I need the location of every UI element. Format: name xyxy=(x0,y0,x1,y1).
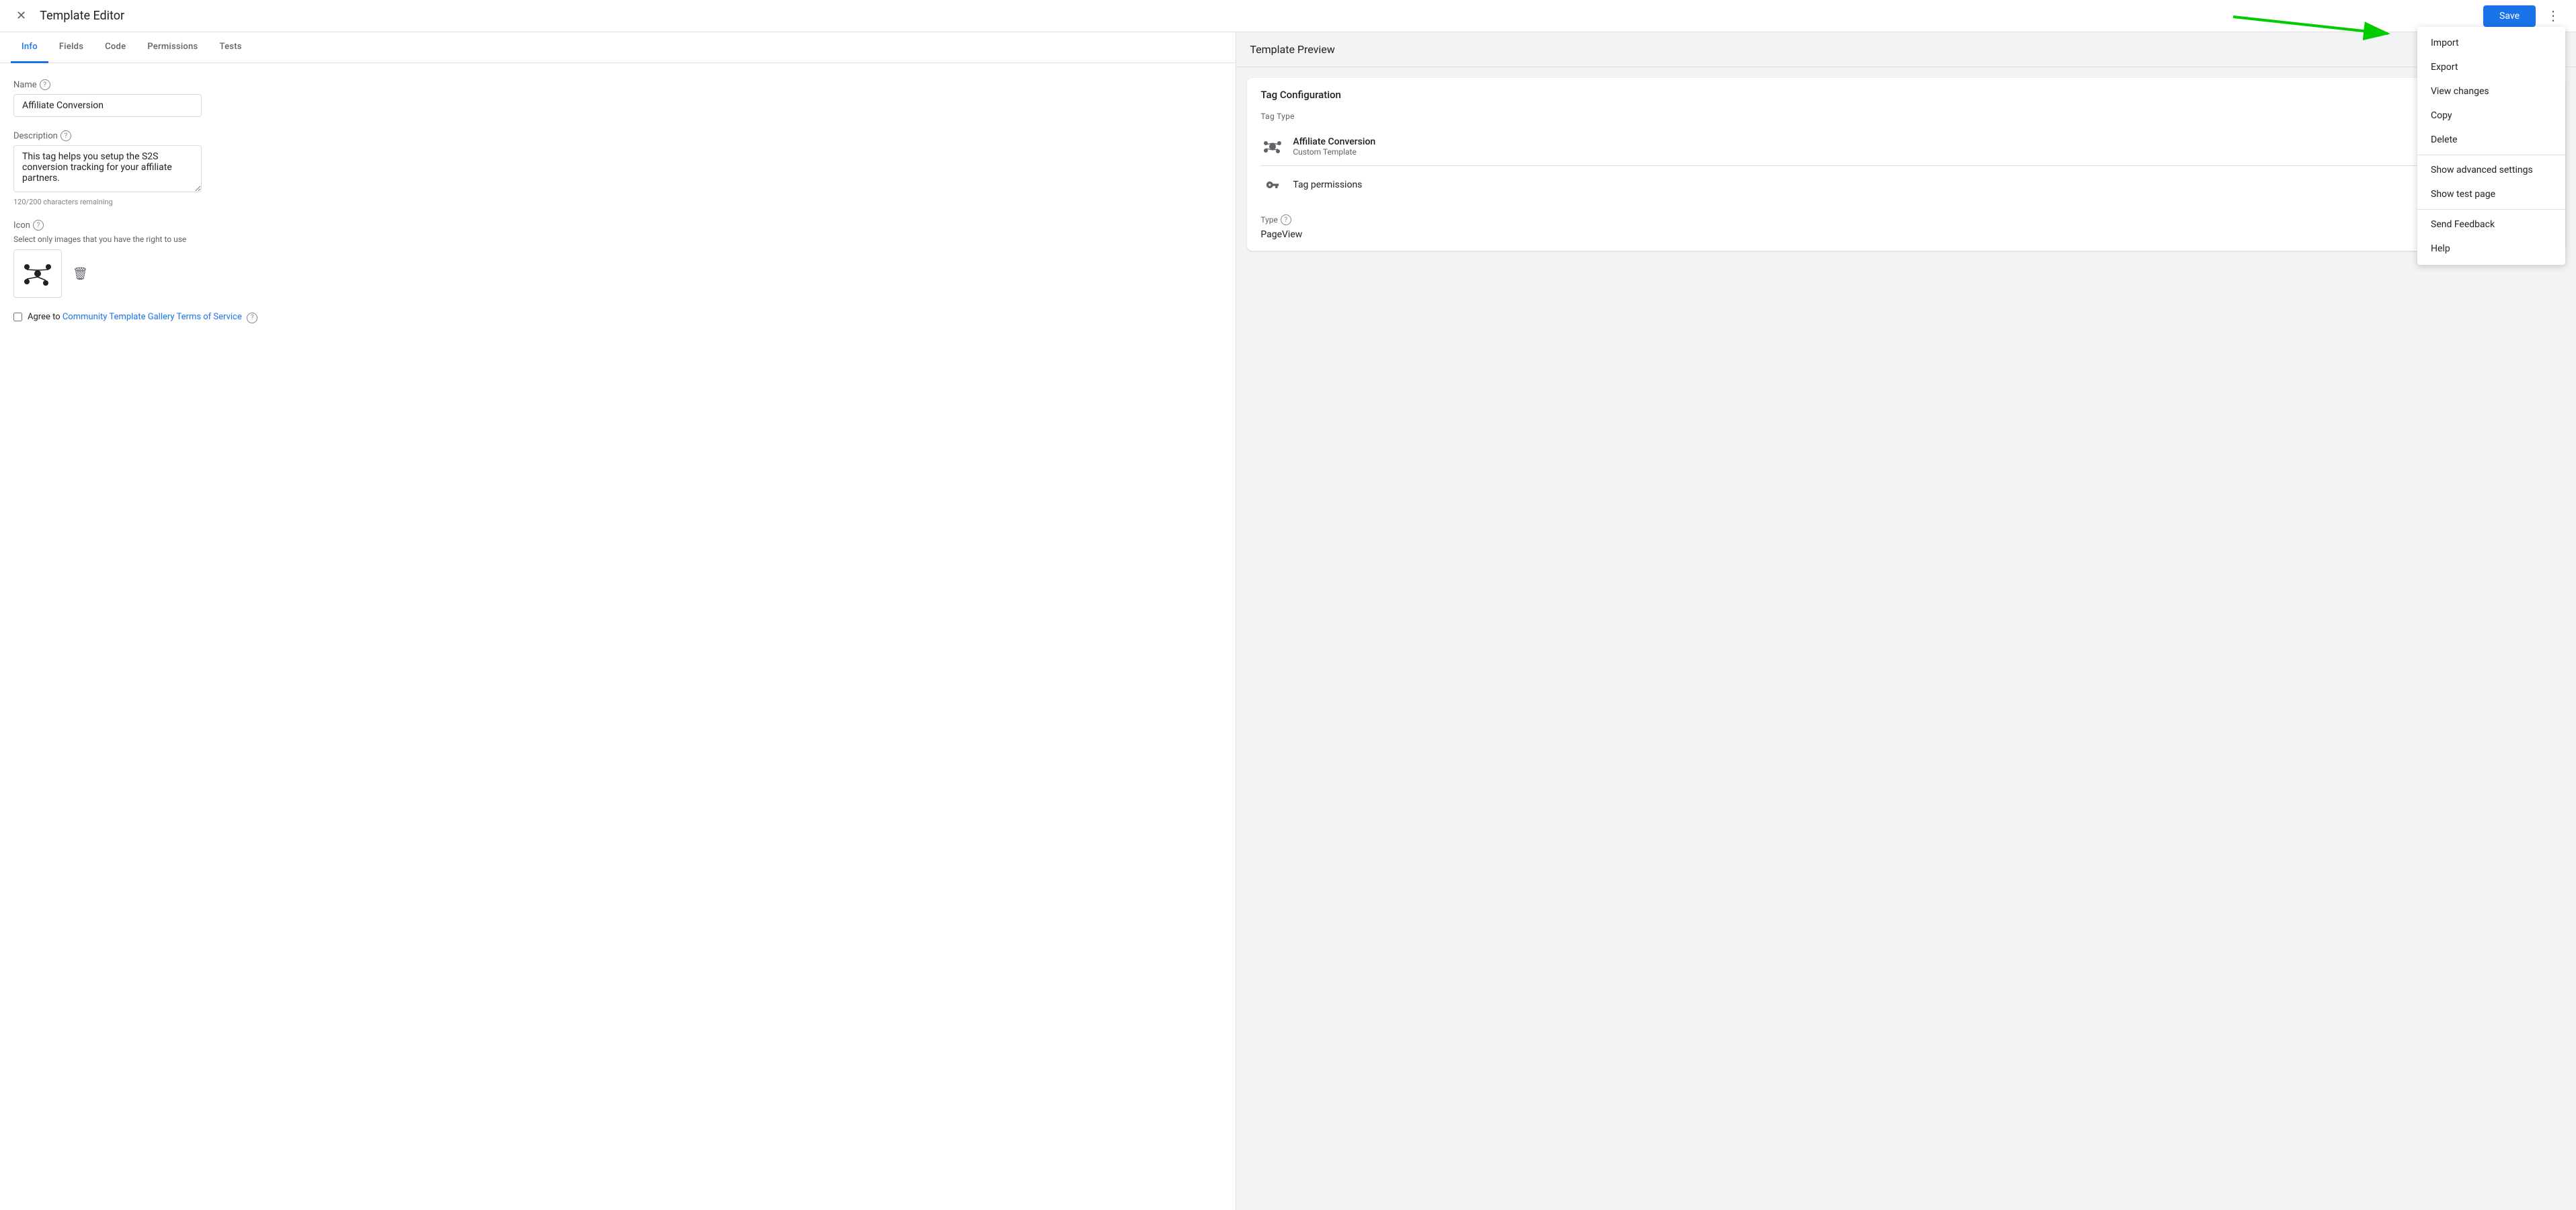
page-title: Template Editor xyxy=(40,9,124,23)
icon-label: Icon ? xyxy=(13,220,1222,231)
tag-config-title: Tag Configuration xyxy=(1260,89,2552,101)
tag-name: Affiliate Conversion xyxy=(1293,136,1375,147)
template-preview-header: Template Preview xyxy=(1236,32,2576,67)
name-label: Name ? xyxy=(13,79,1222,90)
tag-type-label: Tag Type xyxy=(1260,112,2552,121)
icon-help-icon[interactable]: ? xyxy=(33,220,44,231)
tab-fields[interactable]: Fields xyxy=(48,32,94,63)
menu-item-copy[interactable]: Copy xyxy=(2417,104,2565,128)
type-help-icon[interactable]: ? xyxy=(1281,214,1291,225)
tab-code[interactable]: Code xyxy=(94,32,136,63)
name-input[interactable] xyxy=(13,94,202,117)
dropdown-menu: Import Export View changes Copy Delete S… xyxy=(2417,27,2565,265)
description-input[interactable]: This tag helps you setup the S2S convers… xyxy=(13,145,202,192)
menu-item-help[interactable]: Help xyxy=(2417,237,2565,261)
tag-config-card: Tag Configuration Tag Type xyxy=(1247,78,2565,251)
menu-item-test-page[interactable]: Show test page xyxy=(2417,182,2565,206)
name-field-group: Name ? xyxy=(13,79,1222,117)
tab-info[interactable]: Info xyxy=(11,32,48,63)
right-panel: Template Preview Tag Configuration Tag T… xyxy=(1236,32,2576,1210)
top-bar: ✕ Template Editor Save ⋮ xyxy=(0,0,2576,32)
key-icon-container xyxy=(1260,173,1285,197)
tag-sub: Custom Template xyxy=(1293,147,1375,157)
icon-preview[interactable] xyxy=(13,249,62,298)
tabs-bar: Info Fields Code Permissions Tests xyxy=(0,32,1236,63)
icon-note: Select only images that you have the rig… xyxy=(13,235,1222,244)
terms-label[interactable]: Agree to Community Template Gallery Term… xyxy=(28,311,257,323)
tab-permissions[interactable]: Permissions xyxy=(136,32,208,63)
icon-delete-button[interactable]: 🗑 xyxy=(70,264,91,284)
info-content: Name ? Description ? This tag helps you … xyxy=(0,63,1236,1210)
more-icon: ⋮ xyxy=(2546,7,2560,24)
char-count: 120/200 characters remaining xyxy=(13,198,1222,206)
affiliate-icon xyxy=(1263,137,1282,156)
tag-item-icon xyxy=(1260,134,1285,159)
terms-checkbox[interactable] xyxy=(13,313,22,321)
top-bar-actions: Save ⋮ xyxy=(2483,5,2565,27)
description-help-icon[interactable]: ? xyxy=(61,130,71,141)
icon-field-group: Icon ? Select only images that you have … xyxy=(13,220,1222,298)
tag-item-info: Affiliate Conversion Custom Template xyxy=(1293,136,1375,157)
menu-item-view-changes[interactable]: View changes xyxy=(2417,79,2565,104)
tag-item: Affiliate Conversion Custom Template xyxy=(1260,128,2552,166)
close-icon: ✕ xyxy=(16,9,26,23)
menu-item-advanced-settings[interactable]: Show advanced settings xyxy=(2417,158,2565,182)
left-panel: Info Fields Code Permissions Tests Name … xyxy=(0,32,1236,1210)
description-label: Description ? xyxy=(13,130,1222,141)
type-section: Type ? PageView xyxy=(1260,214,2552,240)
tab-tests[interactable]: Tests xyxy=(209,32,253,63)
more-options-button[interactable]: ⋮ xyxy=(2541,5,2565,27)
trash-icon: 🗑 xyxy=(73,267,88,280)
terms-checkbox-row: Agree to Community Template Gallery Term… xyxy=(13,311,1222,323)
menu-item-import[interactable]: Import xyxy=(2417,31,2565,55)
terms-link[interactable]: Community Template Gallery Terms of Serv… xyxy=(63,312,242,322)
menu-item-export[interactable]: Export xyxy=(2417,55,2565,79)
main-layout: Info Fields Code Permissions Tests Name … xyxy=(0,32,2576,1210)
terms-help-icon[interactable]: ? xyxy=(247,313,257,323)
key-icon xyxy=(1266,178,1279,192)
permissions-label: Tag permissions xyxy=(1293,179,1362,190)
close-button[interactable]: ✕ xyxy=(11,6,32,26)
menu-item-delete[interactable]: Delete xyxy=(2417,128,2565,152)
menu-item-send-feedback[interactable]: Send Feedback xyxy=(2417,212,2565,237)
name-help-icon[interactable]: ? xyxy=(40,79,50,90)
type-value: PageView xyxy=(1260,229,2552,240)
dropdown-divider-2 xyxy=(2417,209,2565,210)
network-icon xyxy=(20,256,55,291)
save-button[interactable]: Save xyxy=(2483,5,2536,27)
right-panel-content: Tag Configuration Tag Type xyxy=(1236,67,2576,1210)
type-label: Type ? xyxy=(1260,214,2552,225)
description-field-group: Description ? This tag helps you setup t… xyxy=(13,130,1222,206)
icon-area: 🗑 xyxy=(13,249,1222,298)
permissions-row: Tag permissions xyxy=(1260,166,2552,204)
